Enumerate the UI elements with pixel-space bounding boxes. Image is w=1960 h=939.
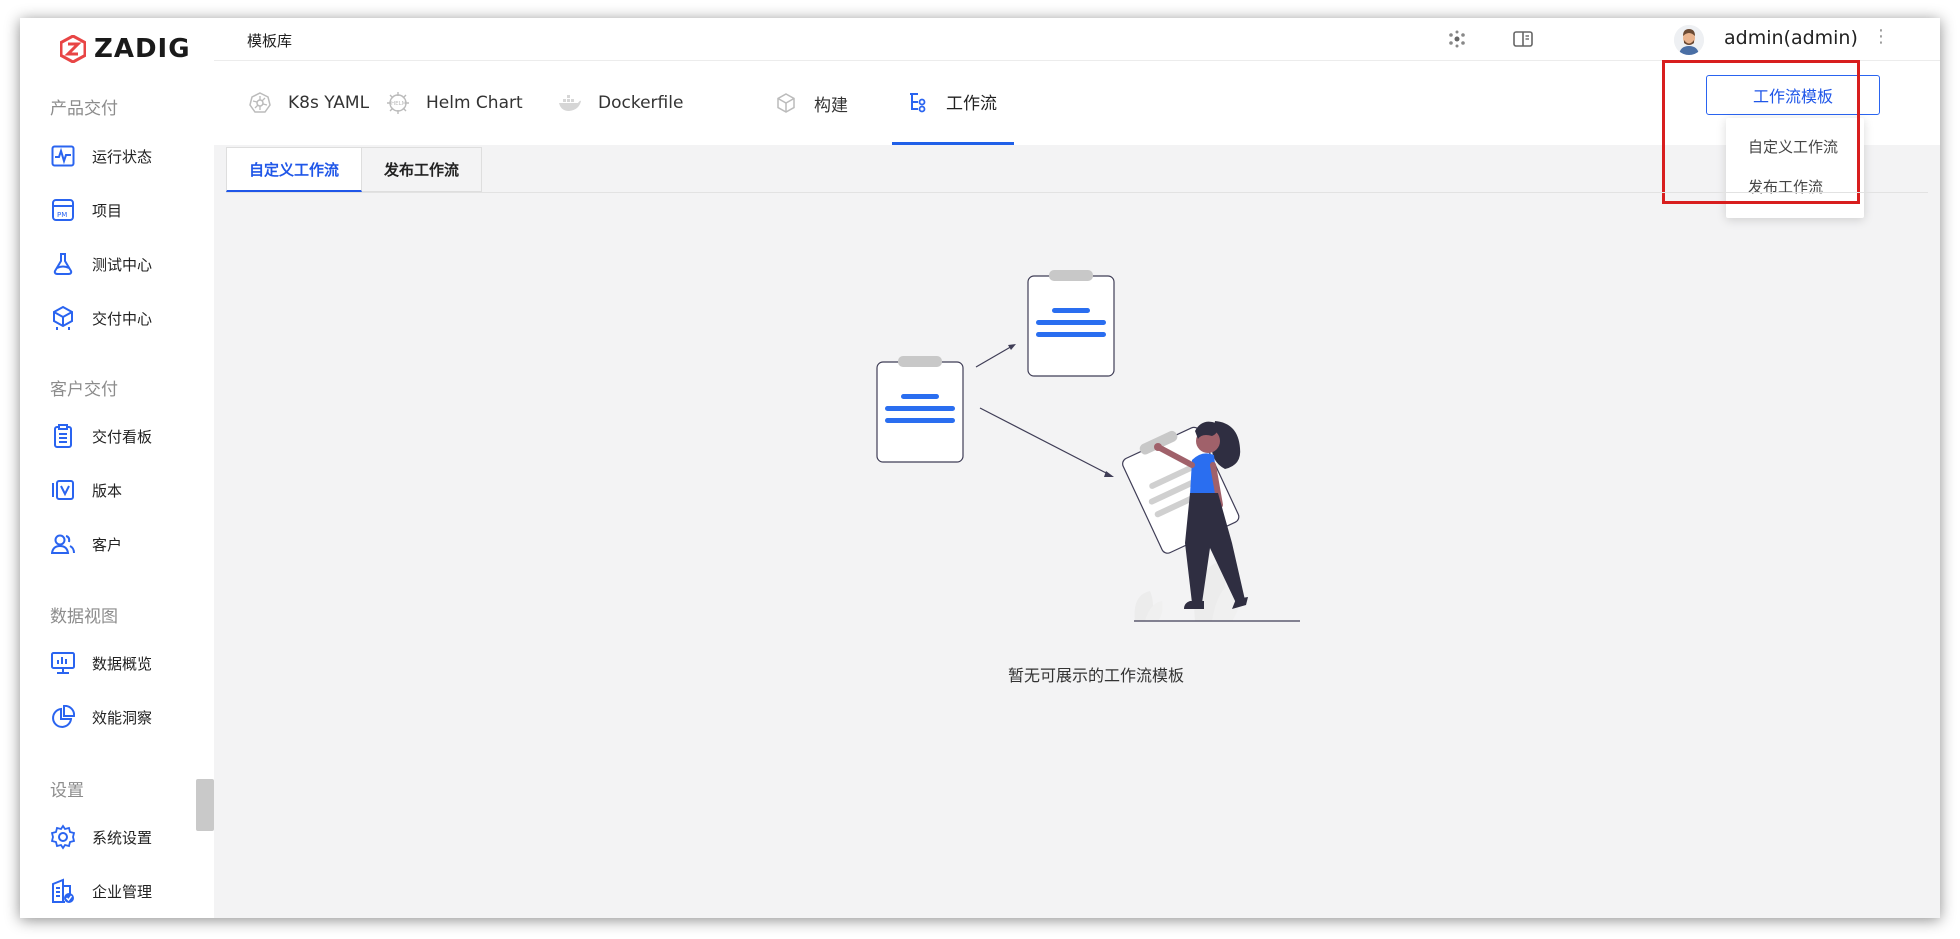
username[interactable]: admin(admin) bbox=[1724, 27, 1858, 49]
monitor-chart-icon bbox=[50, 650, 76, 676]
cluster-dots-icon[interactable] bbox=[1446, 28, 1468, 50]
sidebar-item-label: 测试中心 bbox=[92, 255, 153, 274]
sidebar-item-system-settings[interactable]: 系统设置 bbox=[50, 822, 152, 852]
empty-state-illustration bbox=[840, 243, 1316, 643]
sidebar-item-label: 项目 bbox=[92, 201, 123, 220]
section-title-customer-delivery: 客户交付 bbox=[50, 380, 118, 400]
svg-text:PM: PM bbox=[57, 211, 67, 219]
subtab-release-workflow[interactable]: 发布工作流 bbox=[362, 147, 483, 192]
tab-label: 构建 bbox=[814, 95, 848, 116]
sidebar: ZADIG 产品交付 运行状态 PM 项目 测试中心 交付中心 客户交付 交付看… bbox=[20, 18, 214, 918]
sidebar-item-label: 效能洞察 bbox=[92, 708, 153, 727]
empty-state-text: 暂无可展示的工作流模板 bbox=[1007, 666, 1184, 685]
sidebar-item-customers[interactable]: 客户 bbox=[50, 529, 122, 559]
tab-label: Dockerfile bbox=[598, 93, 684, 113]
template-type-tabs: K8s YAML HELM Helm Chart Dockerfile 构建 工… bbox=[214, 61, 1940, 145]
helm-icon: HELM bbox=[386, 91, 410, 115]
logo[interactable]: ZADIG bbox=[60, 32, 191, 66]
flask-icon bbox=[50, 251, 76, 277]
sidebar-item-enterprise-management[interactable]: 企业管理 bbox=[50, 876, 152, 906]
avatar[interactable] bbox=[1674, 25, 1704, 55]
topbar: 模板库 admin(admin) ⋮ bbox=[214, 18, 1940, 61]
sidebar-item-label: 交付看板 bbox=[92, 427, 153, 446]
sidebar-item-delivery-center[interactable]: 交付中心 bbox=[50, 303, 152, 333]
users-icon bbox=[50, 531, 76, 557]
sidebar-item-label: 客户 bbox=[92, 535, 123, 554]
app-window: ZADIG 产品交付 运行状态 PM 项目 测试中心 交付中心 客户交付 交付看… bbox=[20, 18, 1940, 918]
dropdown-item-release-workflow[interactable]: 发布工作流 bbox=[1748, 176, 1823, 197]
sidebar-item-label: 企业管理 bbox=[92, 882, 153, 901]
tab-k8s-yaml[interactable]: K8s YAML bbox=[234, 61, 383, 145]
workflow-subtabs: 自定义工作流 发布工作流 bbox=[226, 147, 483, 193]
sidebar-item-label: 运行状态 bbox=[92, 147, 153, 166]
workflow-template-dropdown: 自定义工作流 发布工作流 bbox=[1726, 118, 1864, 218]
cube-icon bbox=[774, 91, 798, 115]
section-title-data-view: 数据视图 bbox=[50, 607, 118, 627]
tab-dockerfile[interactable]: Dockerfile bbox=[544, 61, 697, 145]
tab-helm-chart[interactable]: HELM Helm Chart bbox=[372, 61, 537, 145]
logo-text: ZADIG bbox=[94, 34, 191, 64]
sidebar-item-data-overview[interactable]: 数据概览 bbox=[50, 648, 152, 678]
sidebar-item-run-status[interactable]: 运行状态 bbox=[50, 141, 152, 171]
pie-chart-icon bbox=[50, 704, 76, 730]
activity-monitor-icon bbox=[50, 143, 76, 169]
sidebar-item-delivery-board[interactable]: 交付看板 bbox=[50, 421, 152, 451]
sidebar-item-label: 版本 bbox=[92, 481, 123, 500]
svg-text:HELM: HELM bbox=[391, 101, 407, 107]
building-icon bbox=[50, 878, 76, 904]
book-icon[interactable] bbox=[1512, 28, 1534, 50]
workflow-template-button[interactable]: 工作流模板 bbox=[1706, 75, 1880, 115]
dropdown-item-custom-workflow[interactable]: 自定义工作流 bbox=[1748, 136, 1838, 157]
tab-workflow[interactable]: 工作流 bbox=[892, 61, 1014, 145]
sidebar-item-label: 系统设置 bbox=[92, 828, 153, 847]
project-pm-icon: PM bbox=[50, 197, 76, 223]
tab-label: Helm Chart bbox=[426, 93, 523, 113]
section-title-product-delivery: 产品交付 bbox=[50, 99, 118, 119]
subtab-divider bbox=[226, 192, 1928, 193]
page-title: 模板库 bbox=[247, 32, 293, 50]
version-icon bbox=[50, 477, 76, 503]
tab-label: K8s YAML bbox=[288, 93, 370, 113]
sidebar-scrollbar[interactable] bbox=[196, 779, 214, 831]
workflow-icon bbox=[906, 90, 930, 114]
sidebar-item-test-center[interactable]: 测试中心 bbox=[50, 249, 152, 279]
subtab-custom-workflow[interactable]: 自定义工作流 bbox=[226, 147, 363, 192]
sidebar-item-label: 数据概览 bbox=[92, 654, 153, 673]
more-vertical-icon[interactable]: ⋮ bbox=[1872, 26, 1890, 47]
sidebar-item-efficiency-insight[interactable]: 效能洞察 bbox=[50, 702, 152, 732]
zadig-logo-icon bbox=[60, 35, 86, 63]
kubernetes-icon bbox=[248, 91, 272, 115]
sidebar-item-label: 交付中心 bbox=[92, 309, 153, 328]
section-title-settings: 设置 bbox=[50, 781, 84, 801]
gear-icon bbox=[50, 824, 76, 850]
clipboard-icon bbox=[50, 423, 76, 449]
tab-label: 工作流 bbox=[946, 94, 997, 114]
sidebar-item-projects[interactable]: PM 项目 bbox=[50, 195, 122, 225]
sidebar-item-versions[interactable]: 版本 bbox=[50, 475, 122, 505]
docker-icon bbox=[558, 91, 582, 115]
tab-build[interactable]: 构建 bbox=[760, 61, 862, 145]
package-icon bbox=[50, 305, 76, 331]
